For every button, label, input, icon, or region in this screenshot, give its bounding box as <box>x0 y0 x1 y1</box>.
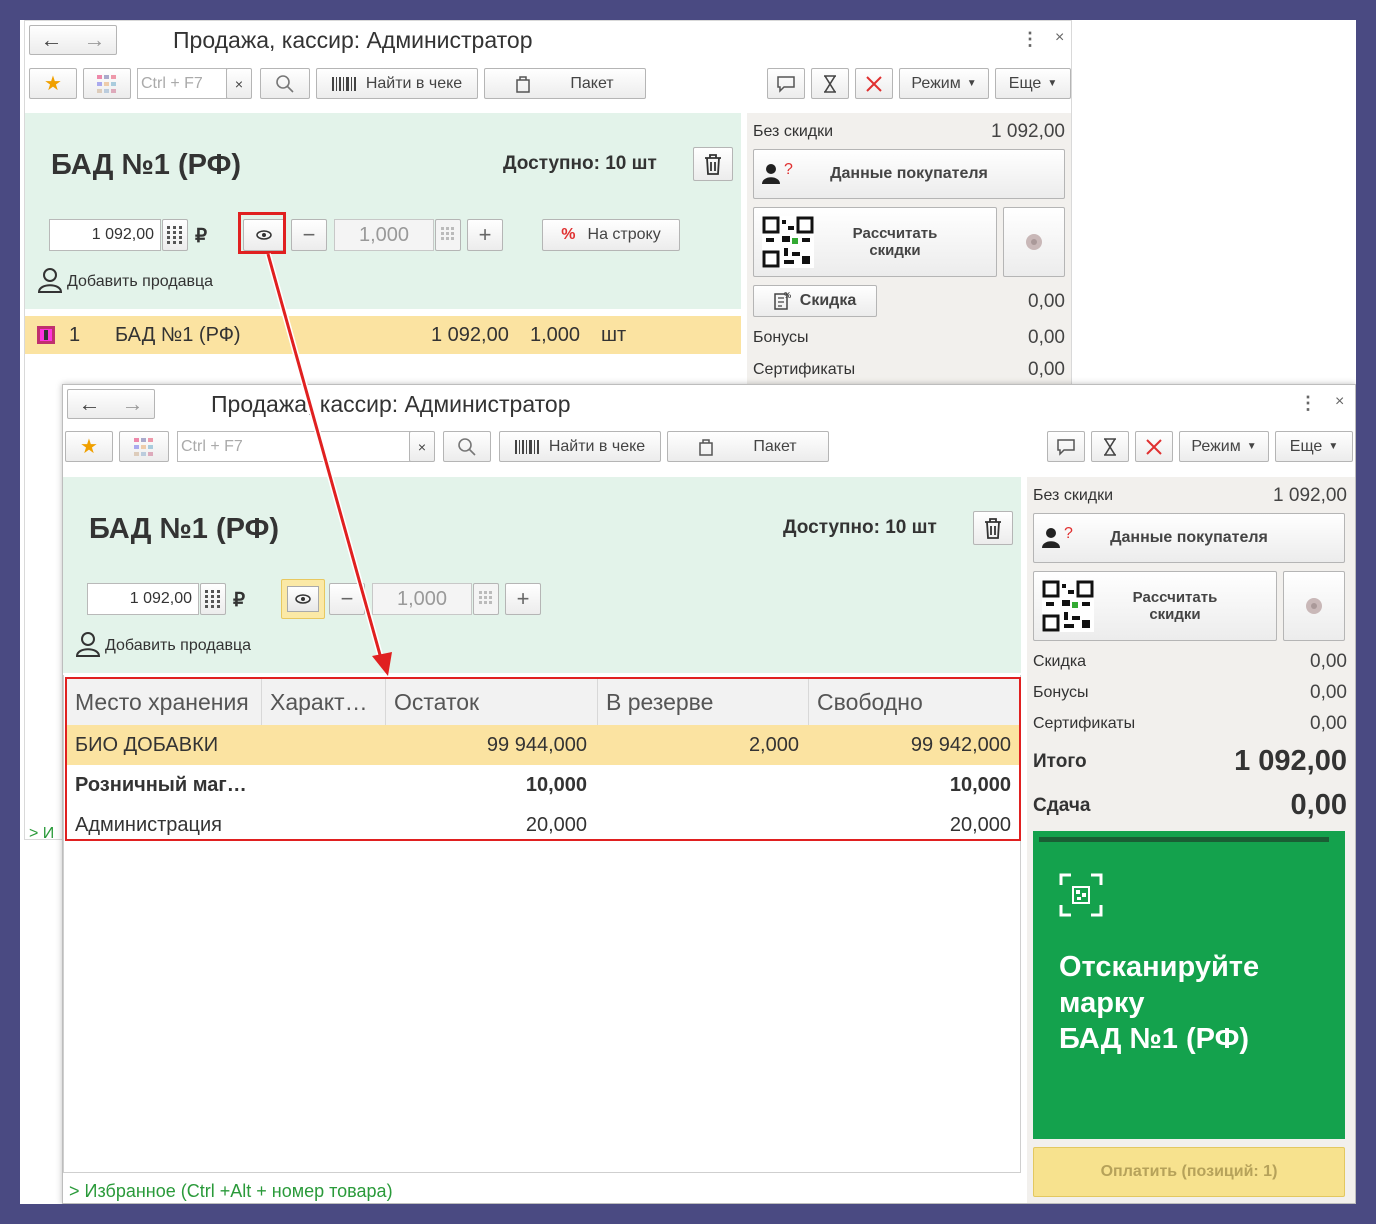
screenshot-canvas: ← → Продажа, кассир: Администратор ⋮ × ★… <box>20 20 1356 1204</box>
annotation-arrow <box>265 253 392 676</box>
arrow-head-icon <box>372 652 392 676</box>
